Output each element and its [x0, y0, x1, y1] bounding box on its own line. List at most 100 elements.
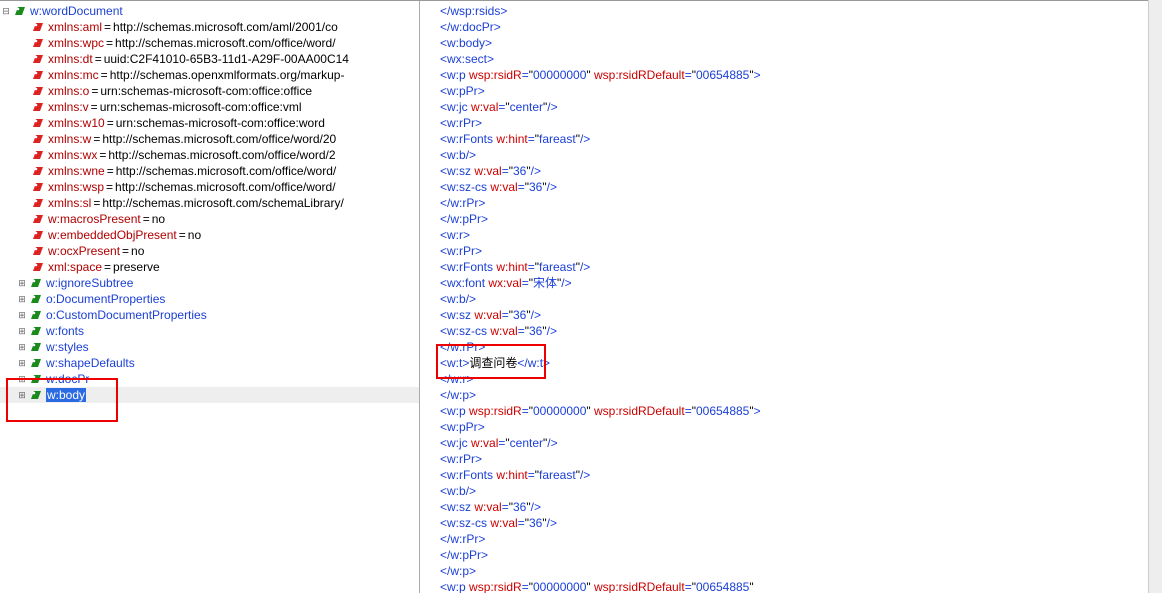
code-line[interactable]: <w:sz w:val="36"/>: [440, 499, 1162, 515]
code-line[interactable]: <wx:sect>: [440, 51, 1162, 67]
tree-attr-node[interactable]: xmlns:wsp = http://schemas.microsoft.com…: [0, 179, 419, 195]
code-line[interactable]: </w:p>: [440, 387, 1162, 403]
code-line[interactable]: <w:t>调查问卷</w:t>: [440, 355, 1162, 371]
attr-value: no: [152, 212, 165, 226]
attribute-icon: [30, 52, 46, 66]
attr-name: xmlns:aml: [48, 20, 102, 34]
code-line[interactable]: <w:b/>: [440, 483, 1162, 499]
tree-attr-node[interactable]: w:ocxPresent = no: [0, 243, 419, 259]
tree-element-node[interactable]: ⊞ w:body: [0, 387, 419, 403]
code-line[interactable]: </w:pPr>: [440, 211, 1162, 227]
attr-value: urn:schemas-microsoft-com:office:office: [100, 84, 312, 98]
attr-name: xmlns:w: [48, 132, 91, 146]
tree-attr-node[interactable]: xml:space = preserve: [0, 259, 419, 275]
code-line[interactable]: <w:sz-cs w:val="36"/>: [440, 179, 1162, 195]
node-label: w:docPr: [46, 372, 89, 386]
code-line[interactable]: <w:b/>: [440, 147, 1162, 163]
vertical-scrollbar[interactable]: [1148, 0, 1162, 593]
tree-attr-node[interactable]: xmlns:wx = http://schemas.microsoft.com/…: [0, 147, 419, 163]
attr-value: http://schemas.microsoft.com/office/word…: [102, 132, 336, 146]
tree-element-node[interactable]: ⊞ w:fonts: [0, 323, 419, 339]
attr-name: xml:space: [48, 260, 102, 274]
tree-element-node[interactable]: ⊞o:CustomDocumentProperties: [0, 307, 419, 323]
code-line[interactable]: <w:sz-cs w:val="36"/>: [440, 323, 1162, 339]
node-label: w:fonts: [46, 324, 84, 338]
tree-attr-node[interactable]: xmlns:w10 = urn:schemas-microsoft-com:of…: [0, 115, 419, 131]
tree-attr-node[interactable]: xmlns:aml = http://schemas.microsoft.com…: [0, 19, 419, 35]
tree-attr-node[interactable]: xmlns:v = urn:schemas-microsoft-com:offi…: [0, 99, 419, 115]
tree-attr-node[interactable]: xmlns:wne = http://schemas.microsoft.com…: [0, 163, 419, 179]
code-line[interactable]: <w:p wsp:rsidR="00000000" wsp:rsidRDefau…: [440, 403, 1162, 419]
tree-attr-node[interactable]: xmlns:mc = http://schemas.openxmlformats…: [0, 67, 419, 83]
code-line[interactable]: <w:r>: [440, 227, 1162, 243]
attribute-icon: [30, 100, 46, 114]
code-line[interactable]: <w:b/>: [440, 291, 1162, 307]
tree-attr-node[interactable]: w:macrosPresent = no: [0, 211, 419, 227]
code-line[interactable]: <w:rFonts w:hint="fareast"/>: [440, 467, 1162, 483]
code-line[interactable]: <w:rFonts w:hint="fareast"/>: [440, 259, 1162, 275]
tree-attr-node[interactable]: xmlns:o = urn:schemas-microsoft-com:offi…: [0, 83, 419, 99]
code-line[interactable]: <w:p wsp:rsidR="00000000" wsp:rsidRDefau…: [440, 579, 1162, 593]
code-line[interactable]: <w:rPr>: [440, 115, 1162, 131]
xml-source-pane[interactable]: </wsp:rsids></w:docPr><w:body><wx:sect><…: [420, 1, 1162, 593]
attr-name: xmlns:sl: [48, 196, 91, 210]
code-line[interactable]: </w:pPr>: [440, 547, 1162, 563]
attr-value: http://schemas.microsoft.com/office/word…: [108, 148, 335, 162]
code-line[interactable]: <w:p wsp:rsidR="00000000" wsp:rsidRDefau…: [440, 67, 1162, 83]
tree-attr-node[interactable]: xmlns:w = http://schemas.microsoft.com/o…: [0, 131, 419, 147]
tree-element-node[interactable]: ⊞o:DocumentProperties: [0, 291, 419, 307]
tree-attr-node[interactable]: xmlns:dt = uuid:C2F41010-65B3-11d1-A29F-…: [0, 51, 419, 67]
tree-attr-node[interactable]: w:embeddedObjPresent = no: [0, 227, 419, 243]
attr-name: xmlns:w10: [48, 116, 105, 130]
code-line[interactable]: </w:rPr>: [440, 531, 1162, 547]
expand-plus-icon[interactable]: ⊞: [16, 326, 28, 337]
attr-name: w:embeddedObjPresent: [48, 228, 177, 242]
code-line[interactable]: <w:pPr>: [440, 419, 1162, 435]
expand-plus-icon[interactable]: ⊞: [16, 342, 28, 353]
attribute-icon: [30, 180, 46, 194]
code-line[interactable]: <wx:font wx:val="宋体"/>: [440, 275, 1162, 291]
attribute-icon: [30, 164, 46, 178]
attr-value: http://schemas.microsoft.com/office/word…: [116, 164, 337, 178]
code-line[interactable]: <w:sz w:val="36"/>: [440, 307, 1162, 323]
code-line[interactable]: <w:jc w:val="center"/>: [440, 435, 1162, 451]
expand-plus-icon[interactable]: ⊞: [16, 390, 28, 401]
code-line[interactable]: <w:body>: [440, 35, 1162, 51]
code-line[interactable]: </wsp:rsids>: [440, 3, 1162, 19]
tree-element-node[interactable]: ⊞ w:docPr: [0, 371, 419, 387]
code-line[interactable]: </w:docPr>: [440, 19, 1162, 35]
attribute-icon: [30, 20, 46, 34]
tree-attr-node[interactable]: xmlns:wpc = http://schemas.microsoft.com…: [0, 35, 419, 51]
tree-element-node[interactable]: ⊞w:ignoreSubtree: [0, 275, 419, 291]
code-line[interactable]: <w:jc w:val="center"/>: [440, 99, 1162, 115]
code-line[interactable]: </w:rPr>: [440, 195, 1162, 211]
attr-value: urn:schemas-microsoft-com:office:vml: [100, 100, 302, 114]
code-line[interactable]: </w:p>: [440, 563, 1162, 579]
expand-plus-icon[interactable]: ⊞: [16, 294, 28, 305]
tree-element-node[interactable]: ⊞w:shapeDefaults: [0, 355, 419, 371]
code-line[interactable]: </w:r>: [440, 371, 1162, 387]
code-line[interactable]: <w:pPr>: [440, 83, 1162, 99]
xml-editor-split-view: ⊟ w:wordDocument xmlns:aml = http://sche…: [0, 0, 1162, 593]
expand-plus-icon[interactable]: ⊞: [16, 374, 28, 385]
attr-value: uuid:C2F41010-65B3-11d1-A29F-00AA00C14: [104, 52, 349, 66]
outline-tree-pane[interactable]: ⊟ w:wordDocument xmlns:aml = http://sche…: [0, 1, 420, 593]
code-line[interactable]: <w:rFonts w:hint="fareast"/>: [440, 131, 1162, 147]
code-line[interactable]: <w:sz w:val="36"/>: [440, 163, 1162, 179]
tree-element-node[interactable]: ⊞w:styles: [0, 339, 419, 355]
code-line[interactable]: </w:rPr>: [440, 339, 1162, 355]
node-label: w:body: [46, 388, 86, 402]
code-line[interactable]: <w:rPr>: [440, 451, 1162, 467]
tree-attr-node[interactable]: xmlns:sl = http://schemas.microsoft.com/…: [0, 195, 419, 211]
tree-root-node[interactable]: ⊟ w:wordDocument: [0, 3, 419, 19]
expand-plus-icon[interactable]: ⊞: [16, 358, 28, 369]
code-line[interactable]: <w:sz-cs w:val="36"/>: [440, 515, 1162, 531]
expand-plus-icon[interactable]: ⊞: [16, 310, 28, 321]
node-label: w:wordDocument: [30, 4, 123, 18]
element-icon: [12, 4, 28, 18]
expand-minus-icon[interactable]: ⊟: [0, 6, 12, 17]
code-line[interactable]: <w:rPr>: [440, 243, 1162, 259]
expand-plus-icon[interactable]: ⊞: [16, 278, 28, 289]
attr-value: http://schemas.microsoft.com/aml/2001/co: [113, 20, 338, 34]
attr-value: urn:schemas-microsoft-com:office:word: [116, 116, 325, 130]
